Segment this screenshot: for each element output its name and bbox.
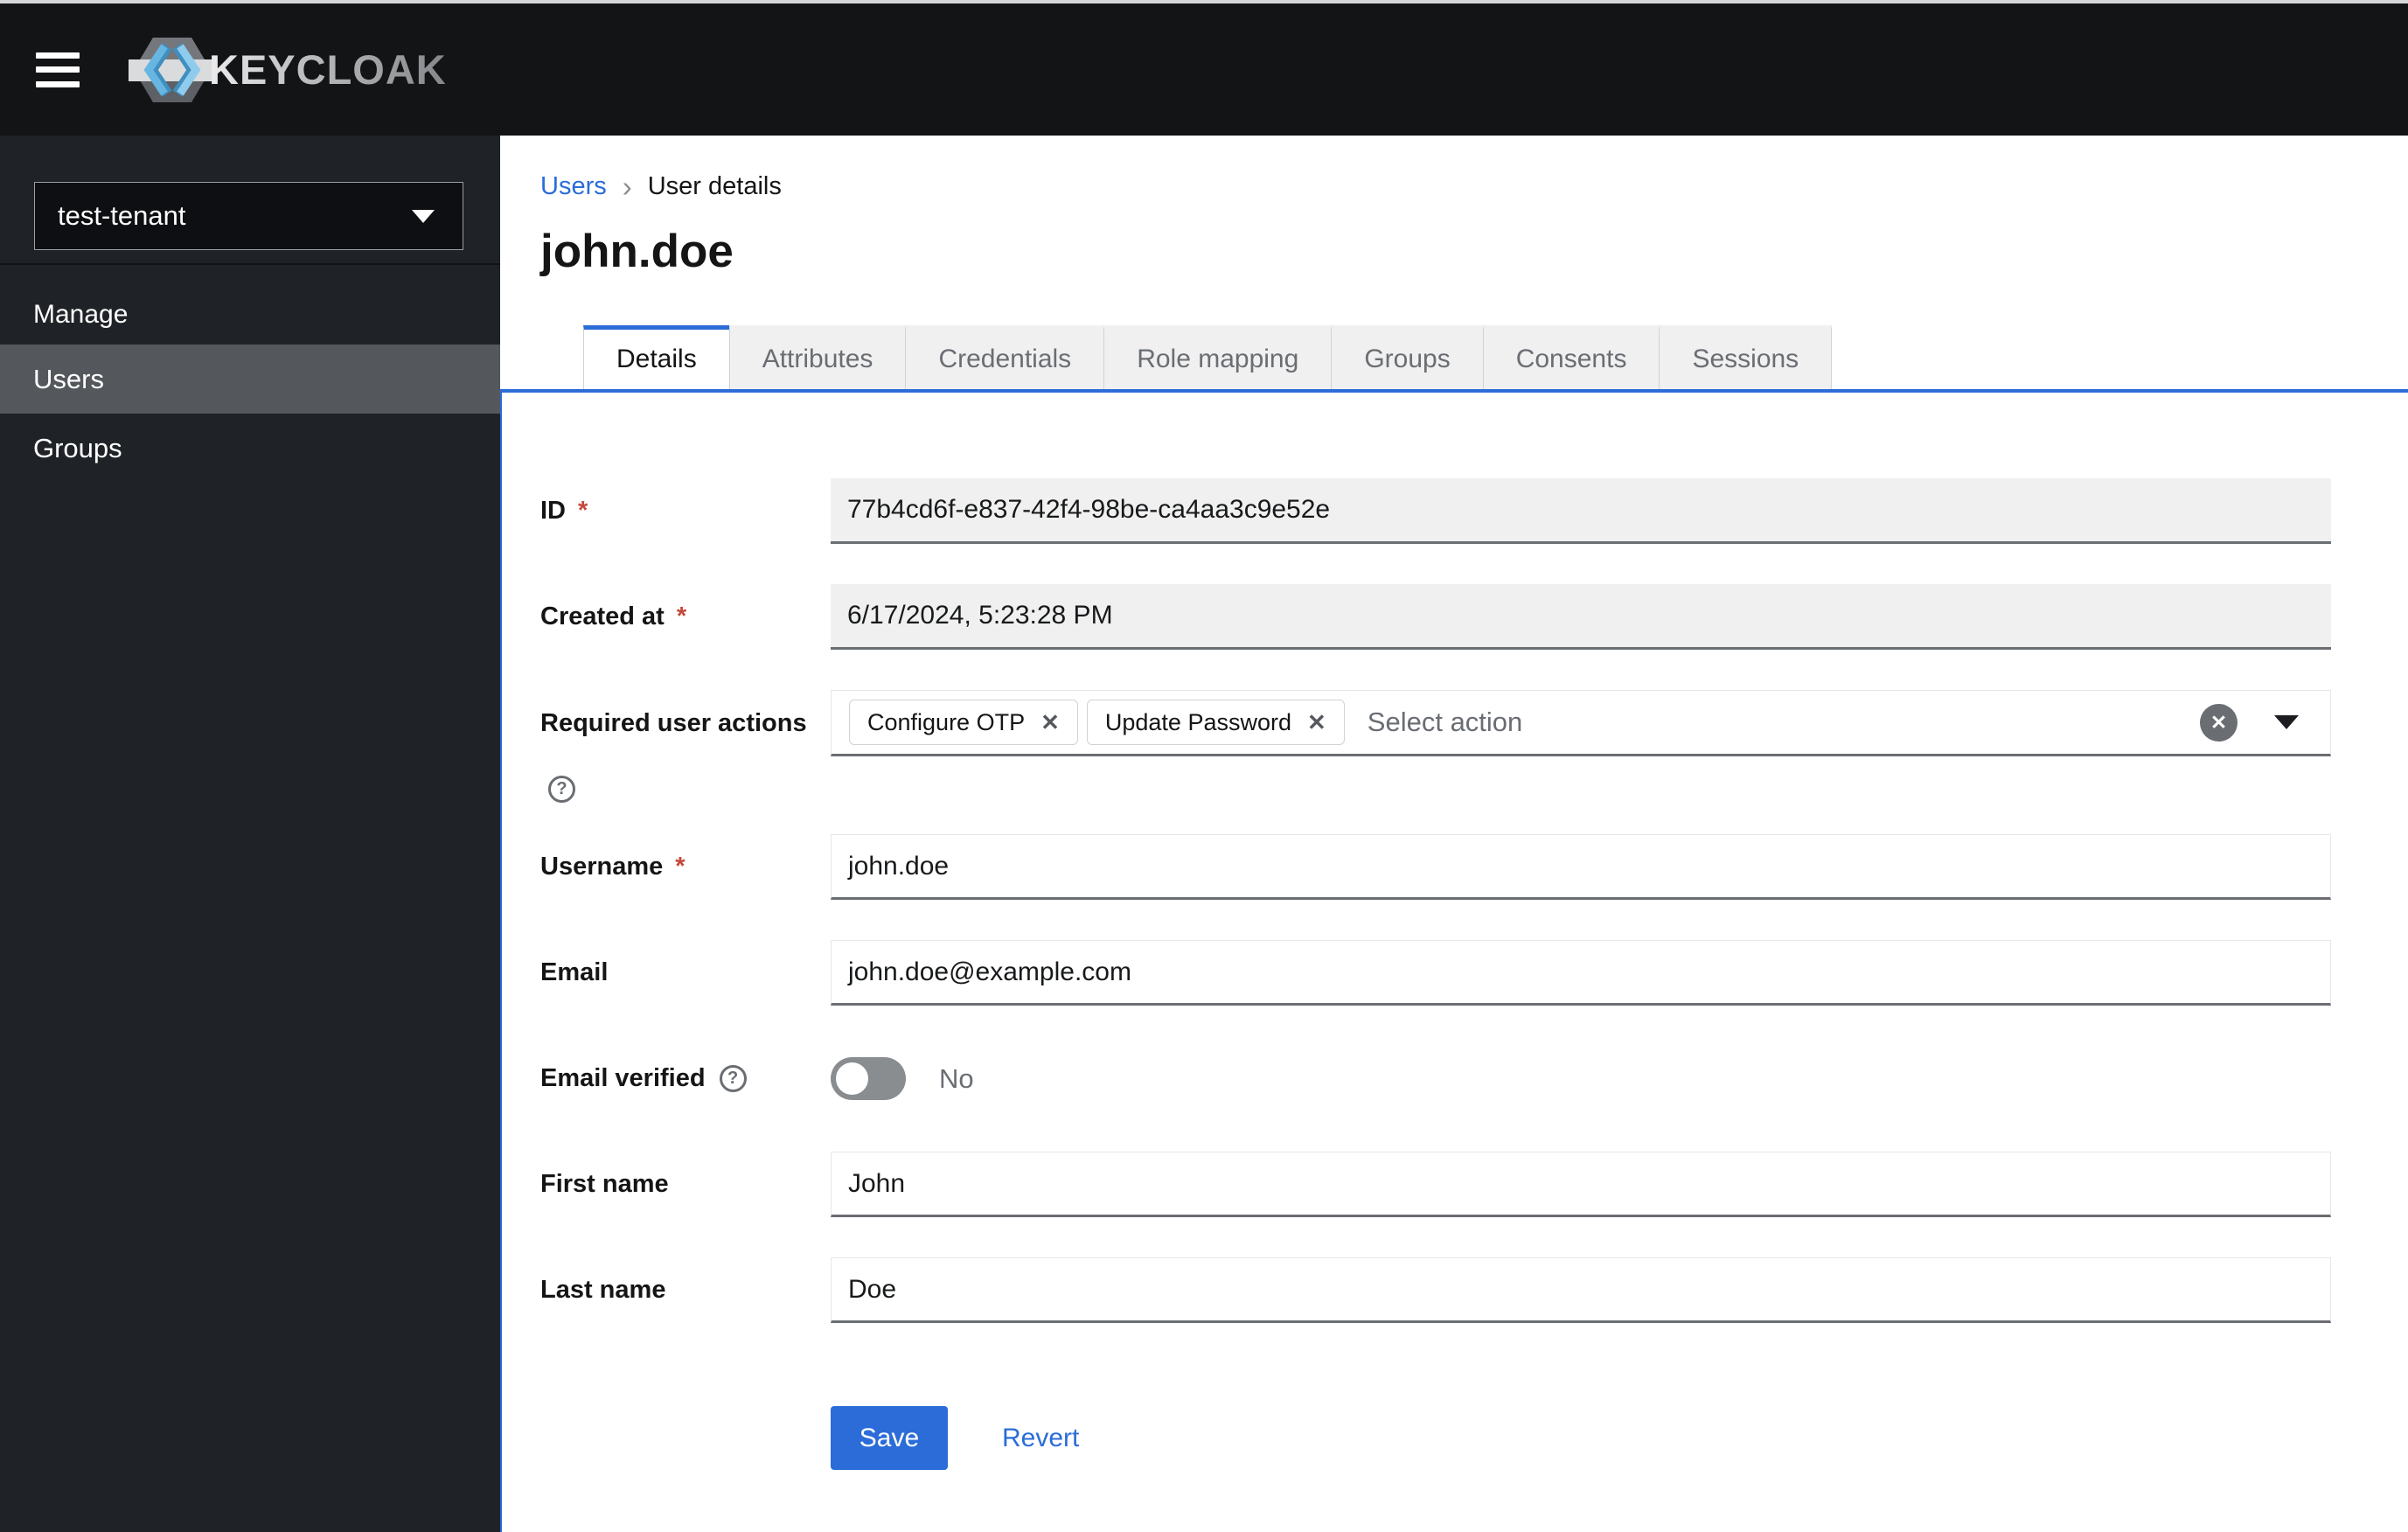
tab-bar: Details Attributes Credentials Role mapp… [583,325,2408,389]
breadcrumb: Users › User details [540,172,2408,201]
chevron-right-icon: › [622,171,632,203]
chip-configure-otp: Configure OTP ✕ [849,700,1078,745]
sidebar-divider [0,263,500,265]
tab-details[interactable]: Details [583,325,729,389]
details-tab-panel: ID * 77b4cd6f-e837-42f4-98be-ca4aa3c9e52… [500,389,2408,1532]
breadcrumb-users-link[interactable]: Users [540,172,607,201]
form-row-email-verified: Email verified ? No [540,1046,2331,1111]
select-action-placeholder: Select action [1367,707,1523,737]
chip-remove-icon[interactable]: ✕ [1307,709,1326,736]
app-header: KEYCLOAK [0,3,2408,136]
sidebar-item-users[interactable]: Users [0,345,500,414]
page-title: john.doe [540,226,734,277]
hamburger-menu-icon[interactable] [36,52,80,87]
form-row-username: Username * john.doe [540,834,2331,900]
sidebar-nav: Users Groups [0,345,500,483]
help-icon[interactable]: ? [548,776,575,803]
required-asterisk: * [676,602,687,630]
created-at-label: Created at [540,602,665,630]
form-row-required-user-actions: Required user actions ? Configure OTP ✕ … [540,690,2331,803]
id-field: 77b4cd6f-e837-42f4-98be-ca4aa3c9e52e [831,478,2331,544]
tab-role-mapping[interactable]: Role mapping [1103,325,1332,389]
keycloak-logo-icon [129,37,216,102]
email-verified-toggle[interactable] [831,1057,906,1100]
brand-name: KEYCLOAK [209,46,447,93]
username-input[interactable]: john.doe [831,834,2331,900]
help-icon[interactable]: ? [719,1065,747,1092]
form-actions: Save Revert [540,1406,2408,1470]
first-name-label: First name [540,1170,669,1198]
required-user-actions-label: Required user actions [540,708,807,737]
required-asterisk: * [675,853,686,881]
form-row-id: ID * 77b4cd6f-e837-42f4-98be-ca4aa3c9e52… [540,478,2331,544]
id-label: ID [540,497,566,525]
sidebar-section-manage: Manage [33,300,129,329]
last-name-label: Last name [540,1276,666,1304]
first-name-input[interactable]: John [831,1152,2331,1217]
tab-attributes[interactable]: Attributes [728,325,906,389]
tab-sessions[interactable]: Sessions [1659,325,1833,389]
tab-credentials[interactable]: Credentials [905,325,1104,389]
created-at-field: 6/17/2024, 5:23:28 PM [831,584,2331,650]
email-verified-label: Email verified [540,1064,706,1092]
email-input[interactable]: john.doe@example.com [831,940,2331,1006]
tenant-selector[interactable]: test-tenant [34,182,463,250]
chip-remove-icon[interactable]: ✕ [1040,709,1060,736]
form-row-email: Email john.doe@example.com [540,940,2331,1006]
username-label: Username [540,853,664,881]
keycloak-logo: KEYCLOAK [129,32,447,108]
form-row-first-name: First name John [540,1152,2331,1217]
form-row-created-at: Created at * 6/17/2024, 5:23:28 PM [540,584,2331,650]
save-button[interactable]: Save [831,1406,948,1470]
tab-consents[interactable]: Consents [1482,325,1660,389]
last-name-input[interactable]: Doe [831,1257,2331,1323]
main-content: Users › User details john.doe Details At… [500,136,2408,1532]
required-user-actions-multiselect[interactable]: Configure OTP ✕ Update Password ✕ Select… [831,690,2331,756]
tenant-selector-value: test-tenant [58,200,186,231]
chip-update-password: Update Password ✕ [1086,700,1345,745]
dropdown-caret-icon[interactable] [2274,715,2299,729]
breadcrumb-current: User details [647,172,782,200]
sidebar: test-tenant Manage Users Groups [0,136,500,1532]
email-label: Email [540,958,609,986]
email-verified-state: No [939,1062,974,1094]
tab-groups[interactable]: Groups [1331,325,1483,389]
required-asterisk: * [578,497,588,525]
revert-button[interactable]: Revert [1002,1424,1079,1453]
form-row-last-name: Last name Doe [540,1257,2331,1323]
sidebar-item-groups[interactable]: Groups [0,414,500,483]
clear-selection-icon[interactable]: ✕ [2200,703,2237,742]
caret-down-icon [412,209,435,223]
